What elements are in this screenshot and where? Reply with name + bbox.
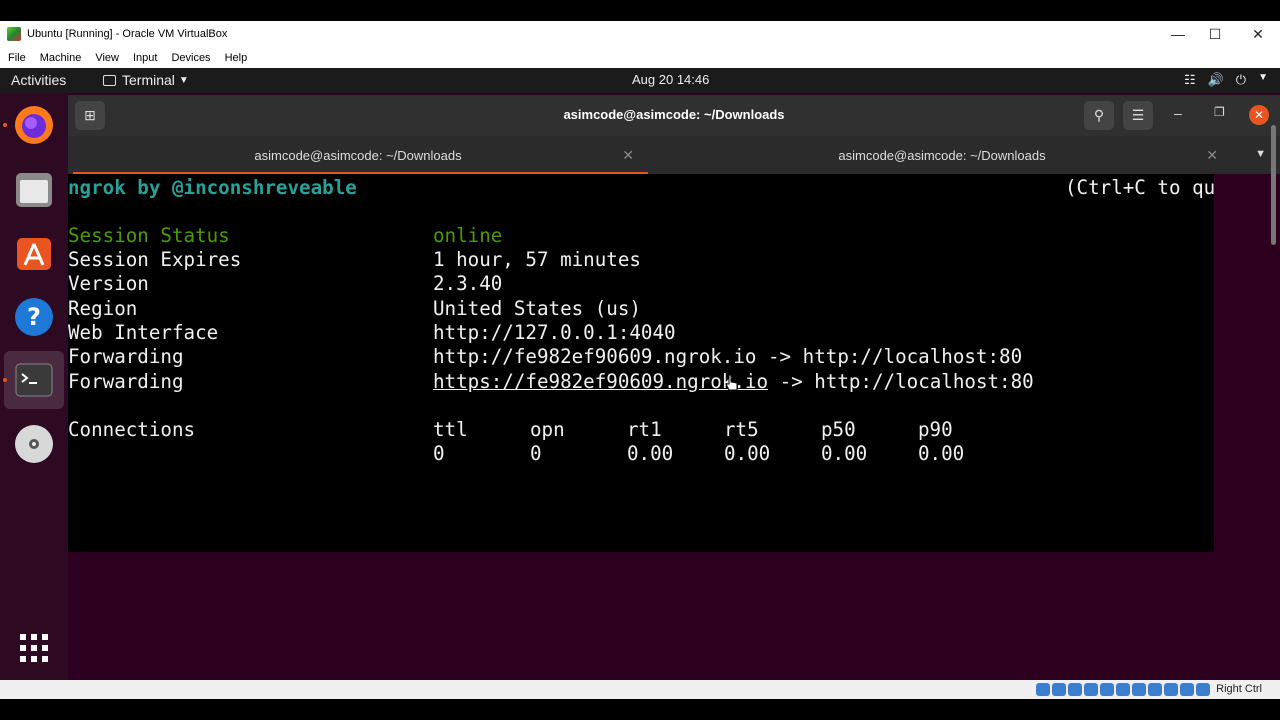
terminal-header-bar: ⊞ asimcode@asimcode: ~/Downloads ⚲ ☰ – ❐… [68,95,1280,136]
row-label: Web Interface [68,321,219,344]
firefox-icon[interactable] [12,103,56,147]
tabs-dropdown-icon[interactable]: ▼ [1255,148,1266,160]
chevron-down-icon: ▼ [1258,72,1268,83]
running-indicator [3,123,7,127]
help-icon[interactable]: ? [12,295,56,339]
terminal-app-menu[interactable]: Terminal ▼ [103,72,189,88]
conn-header: p90 [918,418,953,441]
optical-drive-icon[interactable] [1052,683,1066,696]
close-button[interactable]: ✕ [1236,21,1280,47]
running-indicator [3,378,7,382]
connections-label: Connections [68,418,196,441]
search-button[interactable]: ⚲ [1084,101,1114,130]
forwarding-link[interactable]: https://fe982ef90609.ngrok.io [433,370,768,393]
terminal-output[interactable]: ngrok by @inconshreveable (Ctrl+C to qu … [68,174,1214,552]
row-label: Forwarding [68,345,184,368]
tab-2[interactable]: asimcode@asimcode: ~/Downloads ✕ [652,136,1232,174]
conn-header: p50 [821,418,856,441]
screen: Ubuntu [Running] - Oracle VM VirtualBox … [0,0,1280,720]
system-tray[interactable]: ☷ 🔊 ⏻ ▼ [1184,72,1268,88]
conn-value: 0.00 [724,442,771,465]
tab-label: asimcode@asimcode: ~/Downloads [838,147,1046,163]
conn-value: 0 [530,442,542,465]
menu-input[interactable]: Input [133,52,157,64]
dock: ? [0,93,68,680]
maximize-button[interactable]: ☐ [1193,21,1237,47]
scrollbar[interactable] [1271,125,1276,245]
clock[interactable]: Aug 20 14:46 [632,72,709,87]
row-value: United States (us) [433,297,641,320]
terminal-small-icon [103,74,116,86]
menu-machine[interactable]: Machine [40,52,82,64]
tab-label: asimcode@asimcode: ~/Downloads [254,147,462,163]
menu-view[interactable]: View [95,52,119,64]
row-label: Forwarding [68,370,184,393]
conn-value: 0.00 [627,442,674,465]
hand-cursor-icon [725,374,738,391]
row-label: Session Status [68,224,230,247]
forwarding-target: -> http://localhost:80 [768,370,1034,393]
chevron-down-icon: ▼ [178,74,189,86]
row-label: Version [68,272,149,295]
conn-header: opn [530,418,565,441]
menu-help[interactable]: Help [225,52,248,64]
conn-header: rt1 [627,418,662,441]
shared-folder-icon[interactable] [1116,683,1130,696]
conn-value: 0.00 [918,442,965,465]
status-icons [1036,683,1210,696]
close-button[interactable]: ✕ [1249,105,1269,125]
audio-icon[interactable] [1068,683,1082,696]
minimize-button[interactable]: – [1174,105,1182,121]
close-tab-icon[interactable]: ✕ [622,147,634,164]
terminal-tabs: asimcode@asimcode: ~/Downloads ✕ asimcod… [68,136,1280,175]
row-value: http://127.0.0.1:4040 [433,321,676,344]
recording-icon[interactable] [1148,683,1162,696]
files-icon[interactable] [12,168,56,212]
close-tab-icon[interactable]: ✕ [1206,147,1218,164]
virtualbox-icon [7,27,21,41]
activities-button[interactable]: Activities [11,72,66,88]
host-status-bar: Right Ctrl [0,680,1280,699]
harddisk-icon[interactable] [1036,683,1050,696]
menu-button[interactable]: ☰ [1123,101,1153,130]
menu-file[interactable]: File [8,52,26,64]
mouse-integration-icon[interactable] [1180,683,1194,696]
conn-value: 0 [433,442,445,465]
row-label: Region [68,297,138,320]
host-menu-bar: File Machine View Input Devices Help [0,47,1280,68]
usb-icon[interactable] [1100,683,1114,696]
row-value: http://fe982ef90609.ngrok.io -> http://l… [433,345,1023,368]
terminal-icon[interactable] [12,358,56,402]
network-icon: ☷ [1183,72,1196,87]
conn-value: 0.00 [821,442,868,465]
row-label: Session Expires [68,248,242,271]
terminal-window: ⊞ asimcode@asimcode: ~/Downloads ⚲ ☰ – ❐… [68,95,1280,552]
host-key-label: Right Ctrl [1216,683,1262,695]
conn-header: rt5 [724,418,759,441]
svg-text:?: ? [27,303,41,331]
ngrok-banner: ngrok by @inconshreveable [68,176,357,199]
ubuntu-top-bar: Activities Terminal ▼ Aug 20 14:46 ☷ 🔊 ⏻… [0,68,1280,93]
volume-icon: 🔊 [1207,72,1224,87]
network-icon[interactable] [1084,683,1098,696]
display-icon[interactable] [1132,683,1146,696]
show-apps-icon[interactable] [12,626,56,670]
row-value: 2.3.40 [433,272,503,295]
app-store-icon[interactable] [12,231,56,275]
row-value: 1 hour, 57 minutes [433,248,641,271]
host-window-title: Ubuntu [Running] - Oracle VM VirtualBox [27,28,228,40]
arrow-icon[interactable] [1196,683,1210,696]
row-value: online [433,224,503,247]
restore-button[interactable]: ❐ [1214,105,1225,119]
tab-1[interactable]: asimcode@asimcode: ~/Downloads ✕ [68,136,648,174]
menu-devices[interactable]: Devices [171,52,210,64]
host-title-bar: Ubuntu [Running] - Oracle VM VirtualBox … [0,21,1280,47]
app-menu-label: Terminal [122,72,175,88]
cpu-icon[interactable] [1164,683,1178,696]
dvd-icon[interactable] [12,422,56,466]
conn-header: ttl [433,418,468,441]
quit-hint: (Ctrl+C to qu [1065,176,1214,199]
power-icon: ⏻ [1235,72,1247,87]
